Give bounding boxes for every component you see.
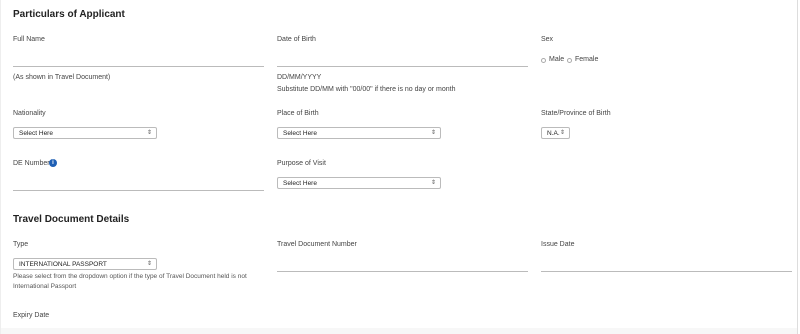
doc-type-label: Type (13, 241, 29, 248)
dob-input[interactable] (277, 66, 528, 67)
doc-type-hint: Please select from the dropdown option i… (13, 273, 247, 290)
doc-type-select-value: INTERNATIONAL PASSPORT (19, 261, 107, 268)
sex-female-label[interactable]: Female (575, 56, 598, 63)
purpose-select-value: Select Here (283, 180, 317, 187)
doc-number-input[interactable] (277, 271, 528, 272)
doc-type-select[interactable]: INTERNATIONAL PASSPORT ⇕ (13, 258, 157, 270)
full-name-input[interactable] (13, 66, 264, 67)
bottom-divider (1, 328, 797, 334)
dob-hint: Substitute DD/MM with "00/00" if there i… (277, 86, 456, 93)
section-title-travel-document: Travel Document Details (13, 214, 130, 225)
select-arrows-icon: ⇕ (146, 130, 152, 136)
issue-date-label: Issue Date (541, 241, 575, 248)
full-name-label: Full Name (13, 36, 45, 43)
expiry-date-label: Expiry Date (13, 312, 50, 319)
place-of-birth-label: Place of Birth (277, 110, 319, 117)
de-number-label: DE Number (13, 160, 50, 167)
state-of-birth-select-value: N.A. (547, 130, 560, 137)
place-of-birth-select-value: Select Here (283, 130, 317, 137)
purpose-label: Purpose of Visit (277, 160, 326, 167)
dob-label: Date of Birth (277, 36, 316, 43)
state-of-birth-select[interactable]: N.A. ⇕ (541, 127, 570, 139)
sex-male-label[interactable]: Male (549, 56, 564, 63)
full-name-hint: (As shown in Travel Document) (13, 74, 111, 81)
nationality-select-value: Select Here (19, 130, 53, 137)
info-icon[interactable]: i (49, 159, 57, 167)
sex-male-radio[interactable] (541, 58, 546, 63)
nationality-select[interactable]: Select Here ⇕ (13, 127, 157, 139)
select-arrows-icon: ⇕ (430, 180, 436, 186)
issue-date-input[interactable] (541, 271, 792, 272)
dob-format: DD/MM/YYYY (277, 74, 322, 81)
purpose-select[interactable]: Select Here ⇕ (277, 177, 441, 189)
nationality-label: Nationality (13, 110, 46, 117)
select-arrows-icon: ⇕ (146, 261, 152, 267)
state-of-birth-label: State/Province of Birth (541, 110, 611, 117)
application-form: Particulars of Applicant Full Name (As s… (0, 0, 798, 334)
doc-number-label: Travel Document Number (277, 241, 357, 248)
select-arrows-icon: ⇕ (559, 130, 565, 136)
place-of-birth-select[interactable]: Select Here ⇕ (277, 127, 441, 139)
section-title-applicant: Particulars of Applicant (13, 9, 125, 20)
sex-female-radio[interactable] (567, 58, 572, 63)
sex-label: Sex (541, 36, 554, 43)
select-arrows-icon: ⇕ (430, 130, 436, 136)
de-number-input[interactable] (13, 190, 264, 191)
